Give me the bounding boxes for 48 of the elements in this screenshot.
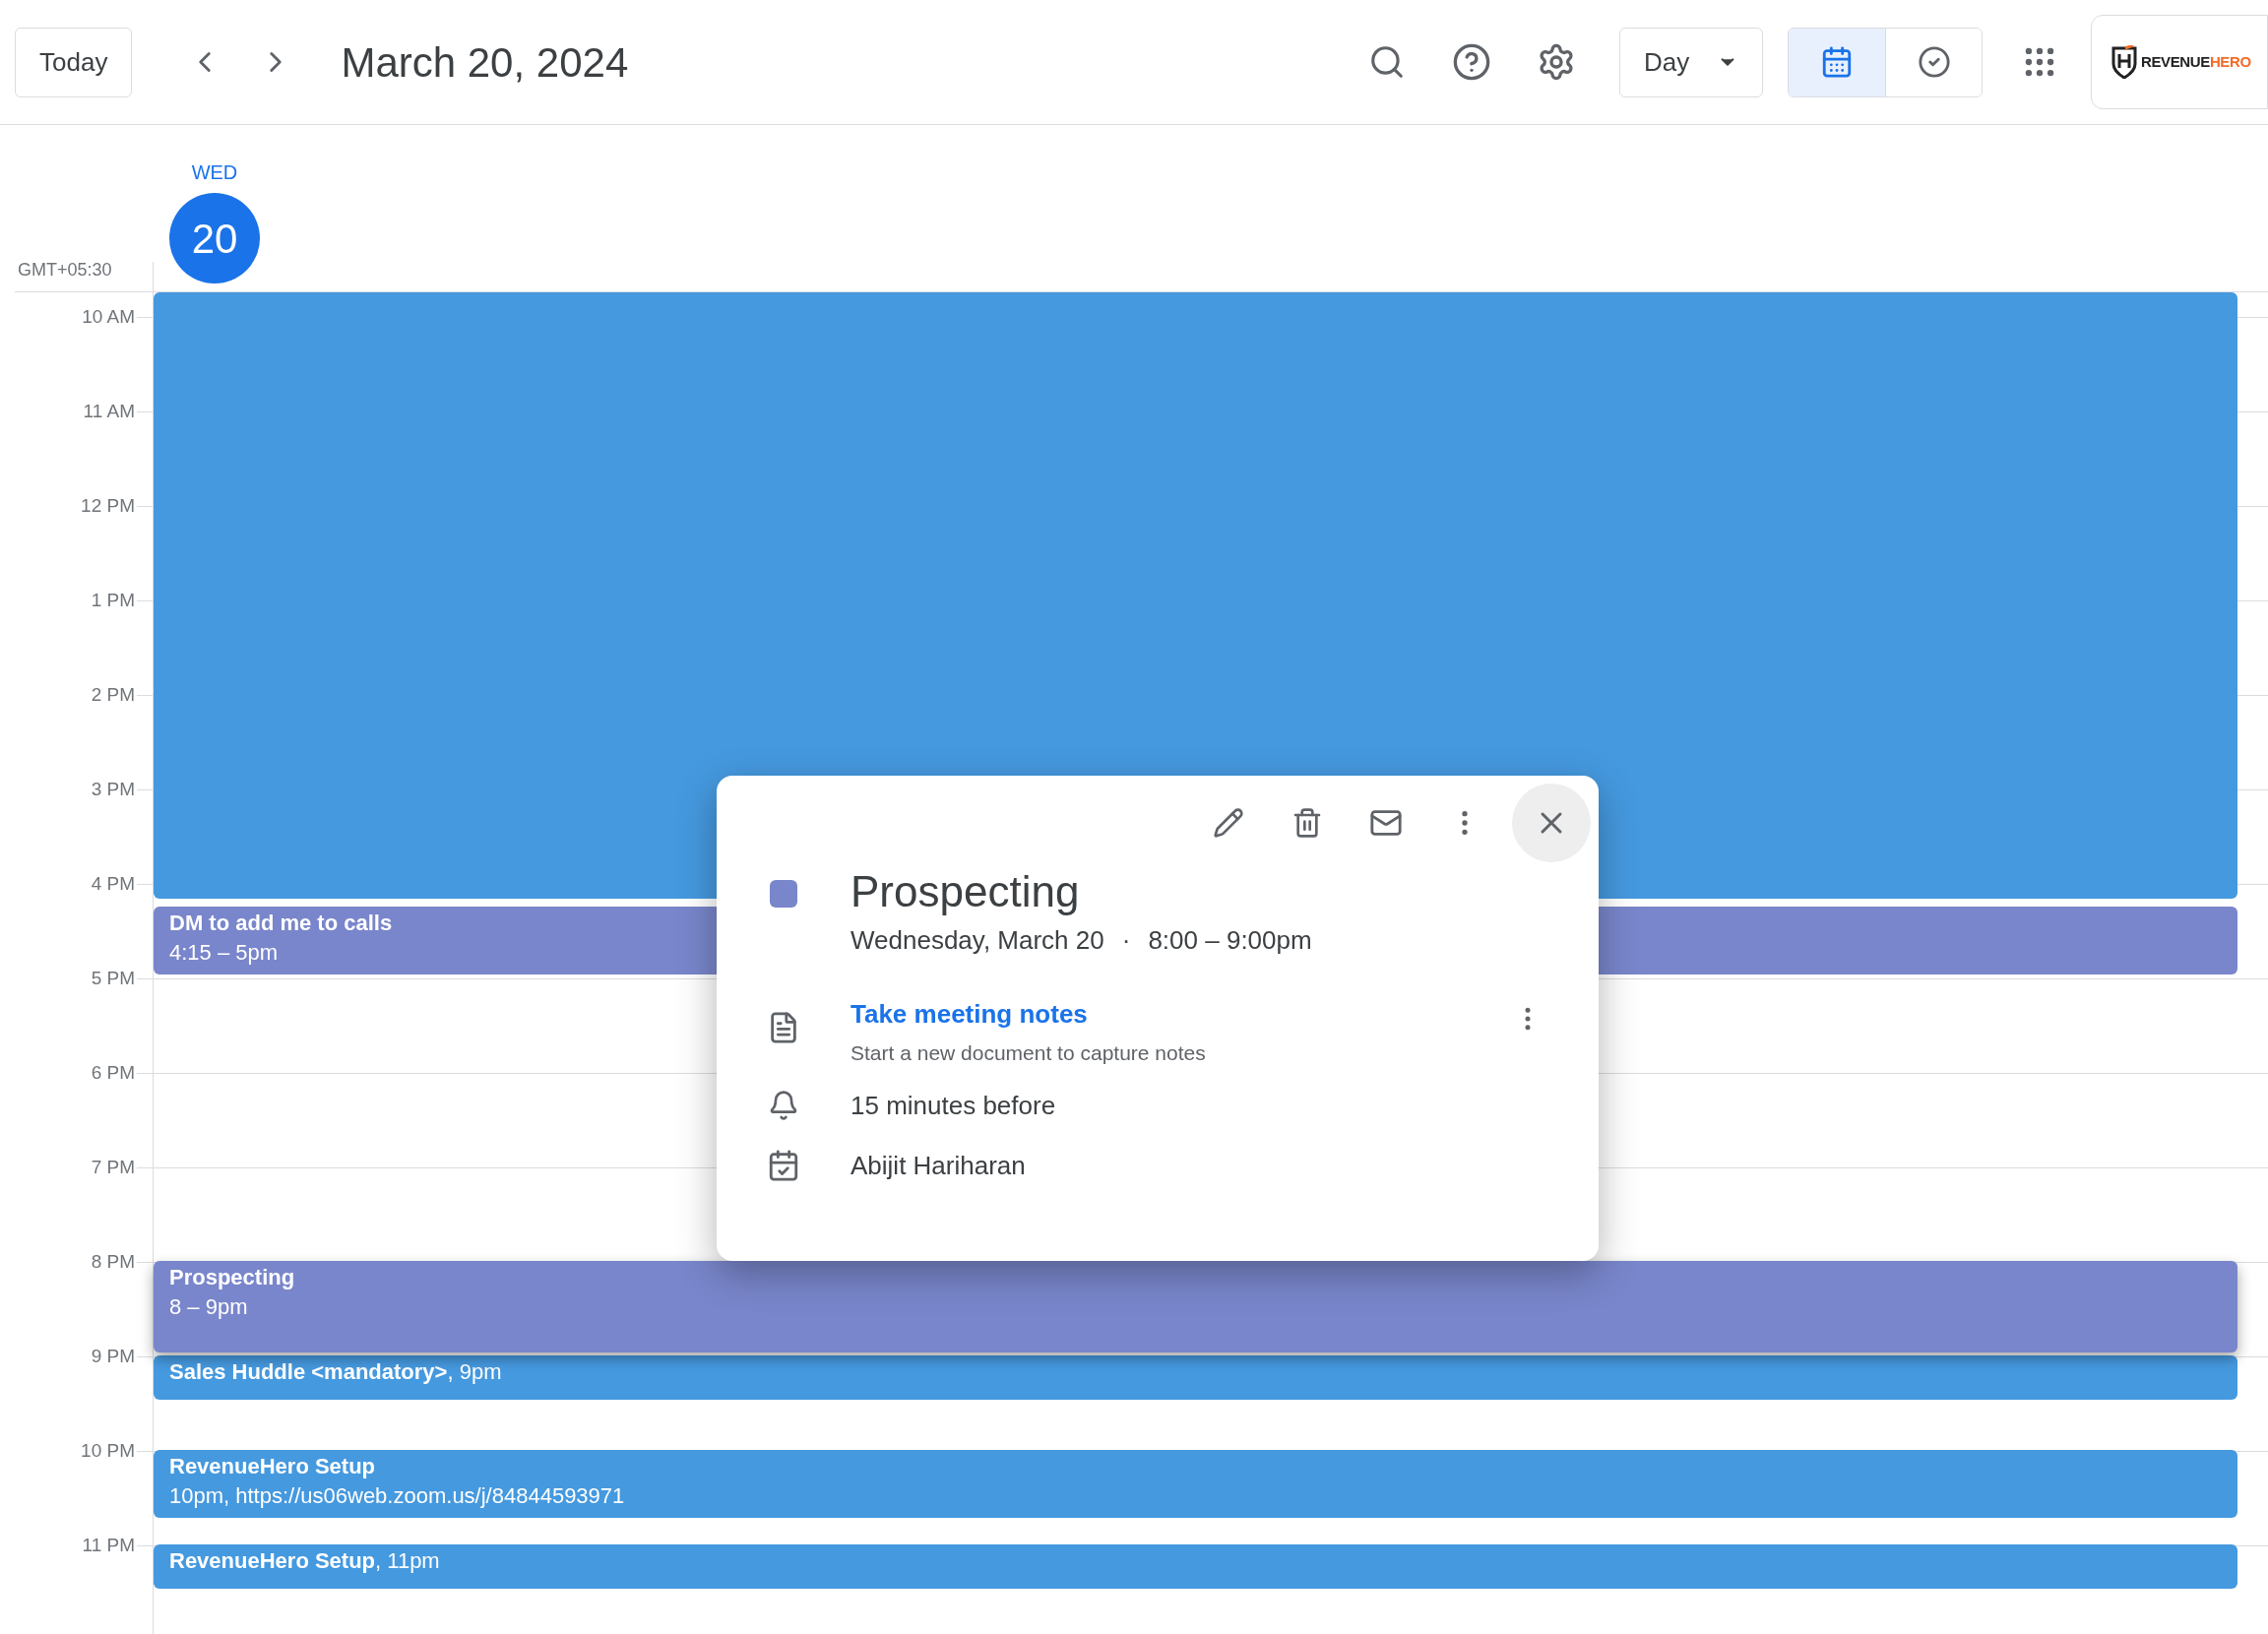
hour-label: 10 PM bbox=[81, 1439, 135, 1463]
logo-card[interactable]: REVENUEHERO bbox=[2091, 15, 2268, 109]
bell-icon bbox=[768, 1090, 799, 1121]
event-title: RevenueHero Setup bbox=[169, 1453, 376, 1480]
hour-label: 11 PM bbox=[82, 1534, 135, 1557]
hour-label: 4 PM bbox=[91, 872, 135, 896]
hour-label: 2 PM bbox=[91, 683, 135, 707]
hour-label: 8 PM bbox=[91, 1250, 135, 1274]
event-text: RevenueHero Setup, 11pm bbox=[169, 1547, 440, 1575]
hour-label: 3 PM bbox=[91, 778, 135, 801]
check-circle-icon bbox=[1917, 45, 1951, 79]
hour-label: 5 PM bbox=[91, 967, 135, 990]
notes-description: Start a new document to capture notes bbox=[850, 1040, 1207, 1066]
event-title: Prospecting bbox=[169, 1264, 295, 1291]
hour-label: 11 AM bbox=[83, 400, 135, 423]
event-title: DM to add me to calls bbox=[169, 910, 393, 937]
hour-label: 1 PM bbox=[91, 589, 135, 612]
event-time: 10pm, https://us06web.zoom.us/j/84844593971 bbox=[169, 1482, 625, 1510]
calendar-event[interactable]: Prospecting 8 – 9pm bbox=[154, 1261, 2237, 1352]
calendar-owner: Abijit Hariharan bbox=[850, 1149, 1026, 1182]
calendar-event[interactable]: RevenueHero Setup, 11pm bbox=[154, 1544, 2237, 1589]
hour-label: 9 PM bbox=[91, 1345, 135, 1368]
today-button[interactable]: Today bbox=[15, 27, 133, 97]
take-notes-link[interactable]: Take meeting notes bbox=[850, 995, 1088, 1034]
date-title: March 20, 2024 bbox=[341, 37, 629, 88]
view-select[interactable]: Day bbox=[1619, 27, 1763, 97]
calendar-event[interactable]: RevenueHero Setup 10pm, https://us06web.zoom.us/j/84844593971 bbox=[154, 1450, 2237, 1518]
tasks-view-tab[interactable] bbox=[1885, 28, 1982, 96]
day-number[interactable]: 20 bbox=[169, 193, 260, 283]
weekday-label: WED bbox=[191, 160, 238, 185]
event-time: 8:00 – 9:00pm bbox=[1148, 924, 1312, 957]
calendar-icon bbox=[767, 1149, 800, 1182]
hour-label: 6 PM bbox=[91, 1061, 135, 1085]
shield-logo-icon bbox=[2111, 45, 2137, 79]
reminder-text: 15 minutes before bbox=[850, 1089, 1056, 1122]
separator-dot: · bbox=[1121, 924, 1131, 957]
calendar-event[interactable]: Sales Huddle <mandatory>, 9pm bbox=[154, 1355, 2237, 1400]
hour-label: 10 AM bbox=[82, 305, 135, 329]
timezone-label: GMT+05:30 bbox=[18, 259, 112, 282]
hour-label: 7 PM bbox=[91, 1156, 135, 1179]
calendar-view-tab[interactable] bbox=[1789, 28, 1885, 96]
calendar-icon bbox=[1820, 45, 1854, 79]
event-text: Sales Huddle <mandatory>, 9pm bbox=[169, 1358, 502, 1386]
event-time: 4:15 – 5pm bbox=[169, 939, 279, 967]
logo-text: REVENUEHERO bbox=[2141, 51, 2251, 72]
hour-label: 12 PM bbox=[81, 494, 135, 518]
event-date: Wednesday, March 20 bbox=[850, 924, 1104, 957]
event-time: 8 – 9pm bbox=[169, 1293, 248, 1321]
